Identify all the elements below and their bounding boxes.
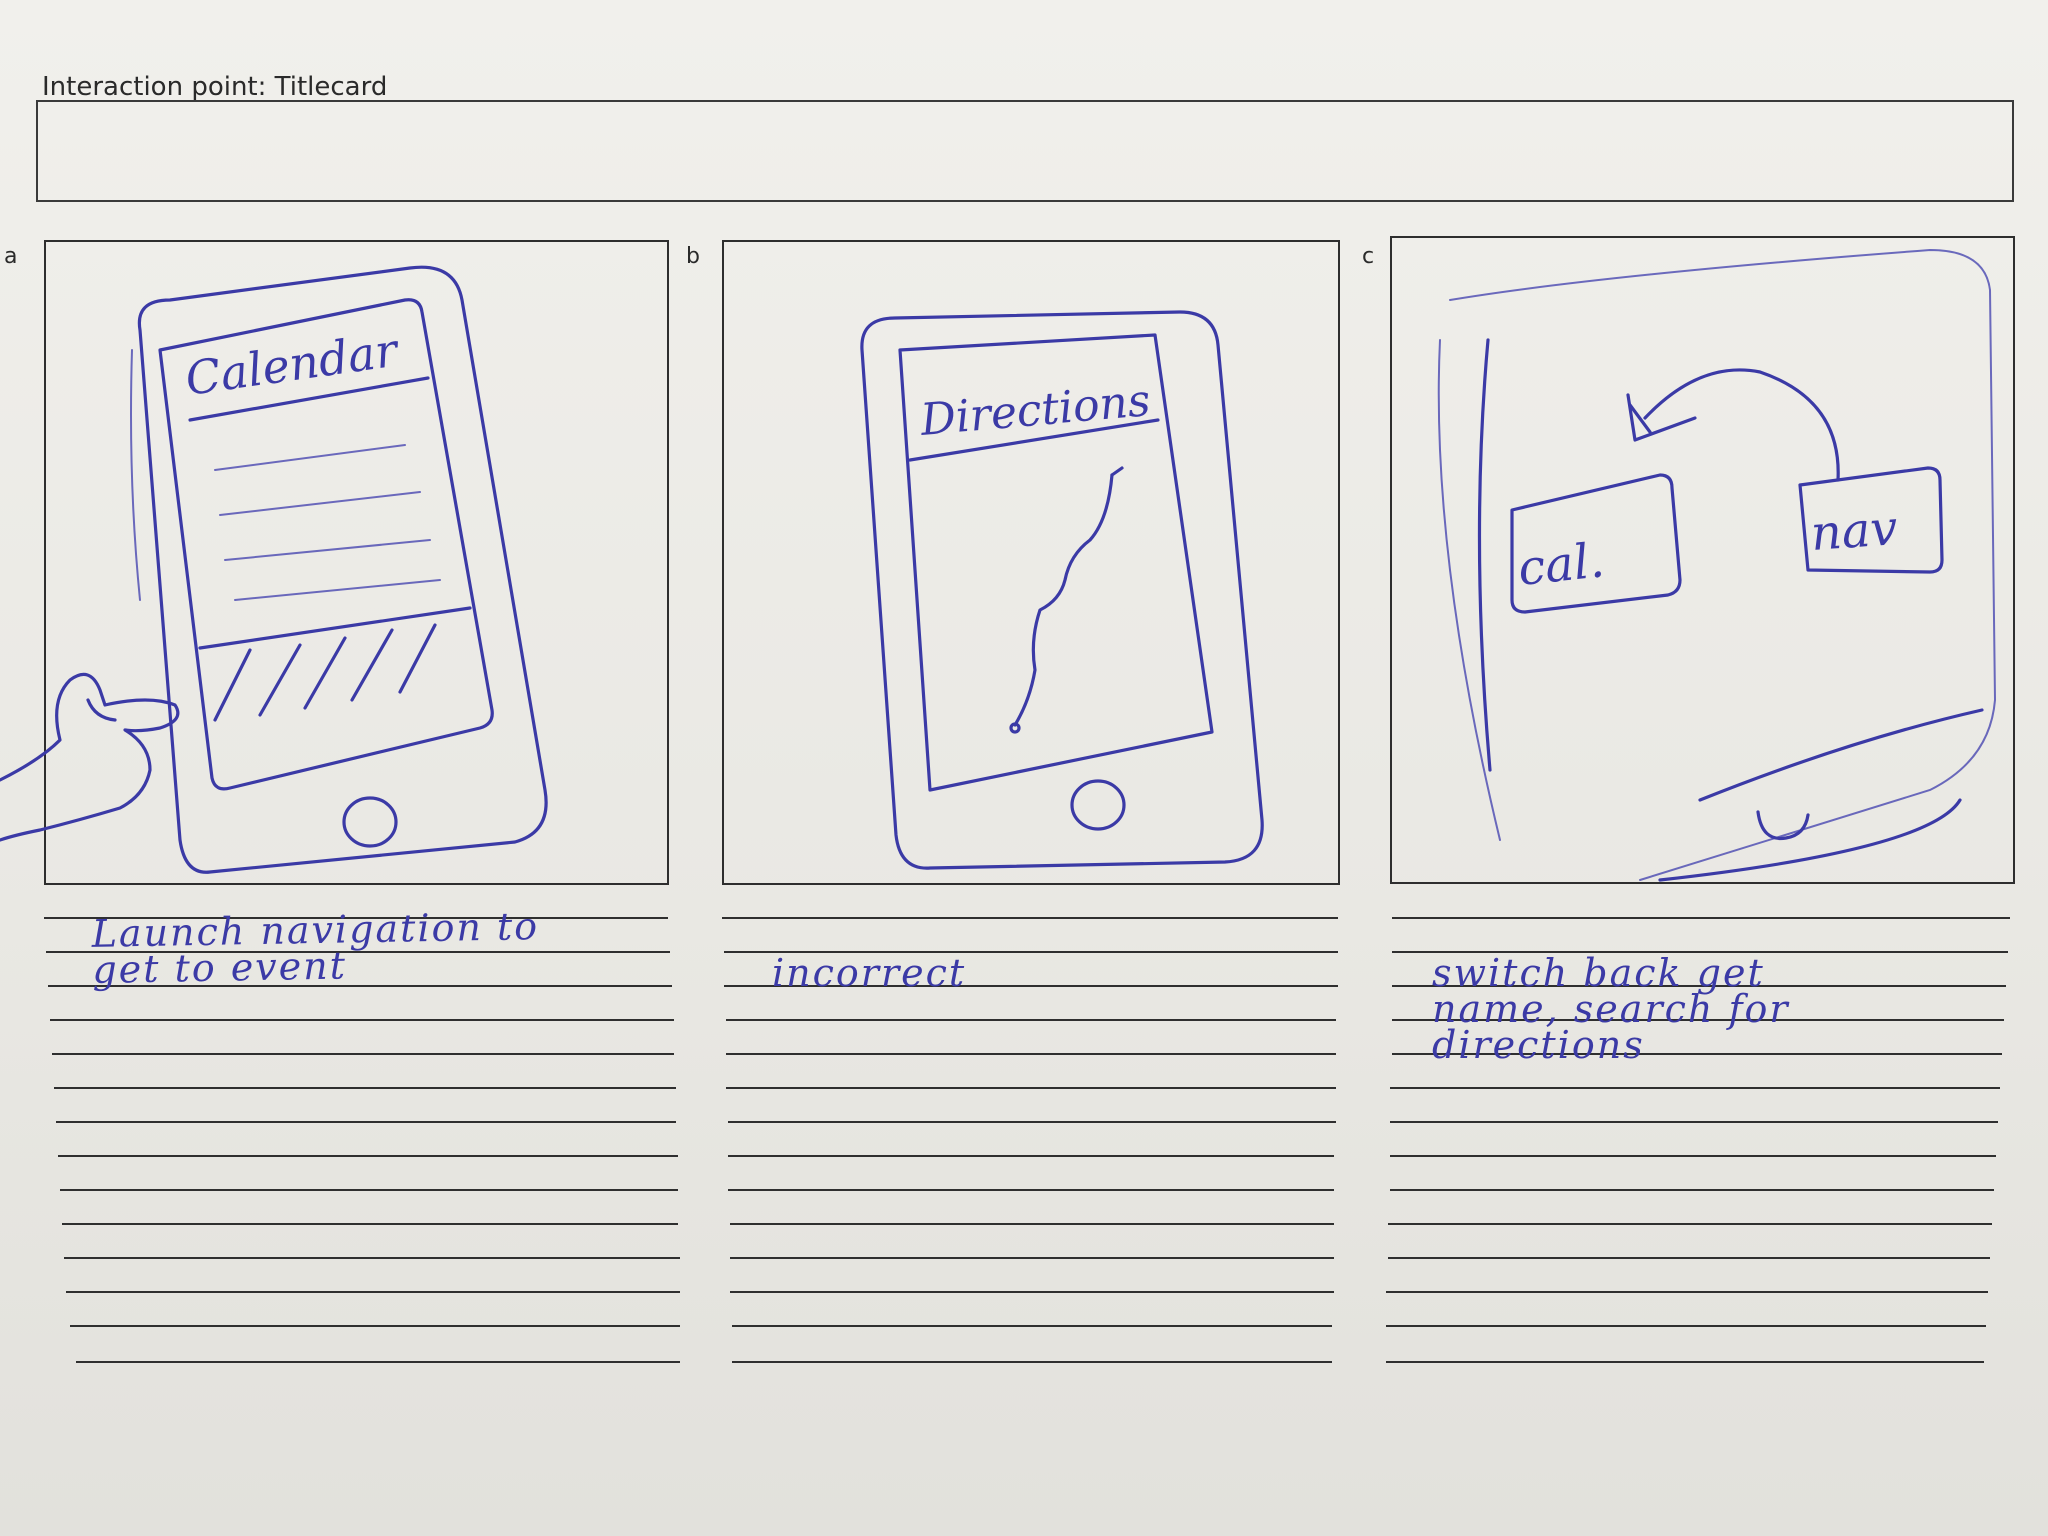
panel-b-phone-sketch: Directions (860, 310, 1264, 870)
panel-a-note: Launch navigation to get to event (91, 904, 540, 992)
sketch-layer: Calendar Directions cal. nav (0, 248, 2010, 1363)
panel-a-screen-title: Calendar (182, 322, 403, 406)
panel-c-note: switch back get name, search for directi… (1432, 951, 1790, 1067)
panel-a-phone-sketch: Calendar (0, 265, 548, 874)
panel-b-screen-title: Directions (918, 375, 1153, 446)
panel-c-phone-sketch: cal. nav (1437, 248, 1997, 882)
panel-c-cal-box-label: cal. (1515, 532, 1606, 597)
panel-b-note: incorrect (772, 951, 967, 995)
panel-c-nav-box-label: nav (1809, 500, 1899, 562)
